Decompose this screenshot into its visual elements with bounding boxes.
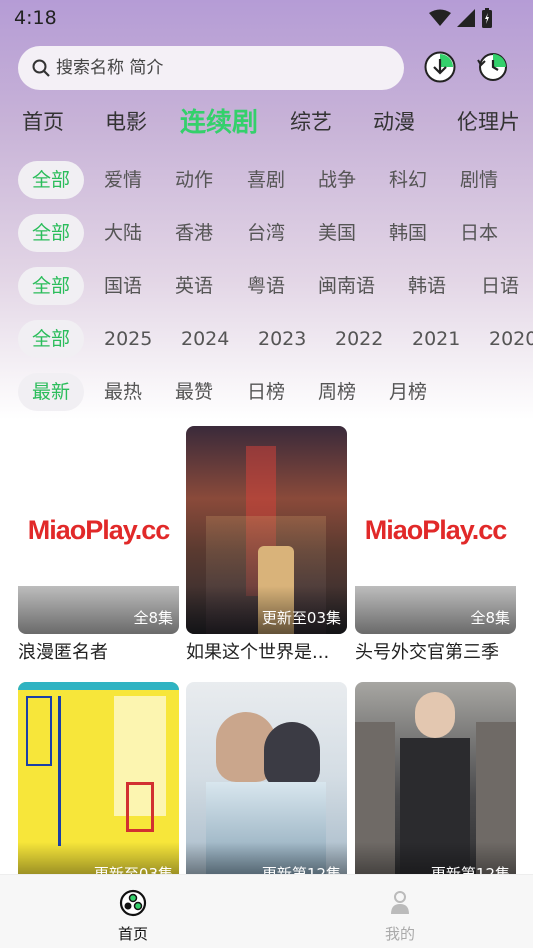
tab-home[interactable]: 首页 [22, 106, 64, 136]
tab-ethics[interactable]: 伦理片 [457, 106, 520, 136]
year-chip[interactable]: 全部 [18, 320, 85, 358]
poster-watermark: MiaoPlay.cc [364, 515, 508, 545]
search-input[interactable] [56, 58, 376, 78]
genre-chip[interactable]: 战争 [318, 161, 356, 199]
region-chip[interactable]: 台湾 [247, 214, 285, 252]
status-icons [429, 8, 493, 28]
download-icon[interactable] [423, 50, 457, 84]
language-chip[interactable]: 粤语 [247, 267, 285, 305]
year-chip[interactable]: 2022 [335, 320, 383, 358]
poster-watermark: MiaoPlay.cc [27, 515, 171, 545]
video-title[interactable]: 浪漫匿名者 [18, 638, 179, 664]
bottom-nav-home[interactable]: 首页 [93, 889, 173, 944]
region-chip[interactable]: 韩国 [389, 214, 427, 252]
sort-filter-row: 最新 最热 最赞 日榜 周榜 月榜 [0, 373, 533, 411]
sort-chip[interactable]: 日榜 [247, 373, 285, 411]
region-chip[interactable]: 美国 [318, 214, 356, 252]
home-icon [119, 889, 147, 917]
year-filter-row: 全部 2025 2024 2023 2022 2021 2020 [0, 320, 533, 358]
year-chip[interactable]: 2025 [104, 320, 152, 358]
video-poster[interactable]: 更新第12集 [355, 682, 516, 890]
genre-chip[interactable]: 全部 [18, 161, 85, 199]
history-icon[interactable] [475, 50, 509, 84]
year-chip[interactable]: 2021 [412, 320, 460, 358]
search-icon [32, 59, 50, 77]
status-bar: 4:18 [0, 0, 533, 36]
sort-chip[interactable]: 最新 [18, 373, 85, 411]
language-chip[interactable]: 韩语 [408, 267, 446, 305]
episode-badge: 更新至03集 [261, 609, 341, 627]
language-filter-row: 全部 国语 英语 粤语 闽南语 韩语 日语 [0, 267, 533, 305]
video-card[interactable]: MiaoPlay.cc 全8集 浪漫匿名者 [18, 426, 179, 664]
video-poster[interactable]: MiaoPlay.cc 全8集 [18, 426, 179, 634]
video-card[interactable]: 更新第12集 [186, 682, 347, 890]
episode-badge: 全8集 [133, 609, 173, 627]
episode-badge: 全8集 [470, 609, 510, 627]
genre-filter-row: 全部 爱情 动作 喜剧 战争 科幻 剧情 [0, 161, 533, 199]
genre-chip[interactable]: 剧情 [460, 161, 498, 199]
bottom-nav-mine-label: 我的 [384, 925, 415, 943]
bottom-nav-home-label: 首页 [117, 925, 148, 943]
region-chip[interactable]: 日本 [460, 214, 498, 252]
category-tabs: 首页 电影 连续剧 综艺 动漫 伦理片 [0, 100, 533, 140]
region-chip[interactable]: 大陆 [104, 214, 142, 252]
region-filter-row: 全部 大陆 香港 台湾 美国 韩国 日本 [0, 214, 533, 252]
video-card[interactable]: 更新至03集 如果这个世界是... [186, 426, 347, 664]
tab-series[interactable]: 连续剧 [180, 102, 258, 139]
signal-icon [457, 9, 475, 27]
language-chip[interactable]: 日语 [481, 267, 519, 305]
genre-chip[interactable]: 动作 [175, 161, 213, 199]
genre-chip[interactable]: 科幻 [389, 161, 427, 199]
sort-chip[interactable]: 月榜 [389, 373, 427, 411]
battery-icon [482, 8, 492, 28]
sort-chip[interactable]: 最热 [104, 373, 142, 411]
sort-chip[interactable]: 周榜 [318, 373, 356, 411]
tab-variety[interactable]: 综艺 [290, 106, 332, 136]
search-bar[interactable] [18, 46, 404, 90]
tab-movies[interactable]: 电影 [105, 106, 147, 136]
language-chip[interactable]: 英语 [175, 267, 213, 305]
genre-chip[interactable]: 喜剧 [247, 161, 285, 199]
video-poster[interactable]: 更新至03集 [18, 682, 179, 890]
region-chip[interactable]: 全部 [18, 214, 85, 252]
profile-icon [391, 891, 409, 914]
video-title[interactable]: 头号外交官第三季 [355, 638, 516, 664]
bottom-nav-mine[interactable]: 我的 [360, 889, 440, 944]
wifi-icon [429, 9, 451, 26]
video-poster[interactable]: 更新至03集 [186, 426, 347, 634]
year-chip[interactable]: 2024 [181, 320, 229, 358]
video-card[interactable]: 更新至03集 [18, 682, 179, 890]
year-chip[interactable]: 2023 [258, 320, 306, 358]
genre-chip[interactable]: 爱情 [104, 161, 142, 199]
video-card[interactable]: MiaoPlay.cc 全8集 头号外交官第三季 [355, 426, 516, 664]
language-chip[interactable]: 全部 [18, 267, 85, 305]
video-poster[interactable]: 更新第12集 [186, 682, 347, 890]
status-time: 4:18 [14, 7, 57, 29]
language-chip[interactable]: 国语 [104, 267, 142, 305]
sort-chip[interactable]: 最赞 [175, 373, 213, 411]
video-card[interactable]: 更新第12集 [355, 682, 516, 890]
year-chip[interactable]: 2020 [489, 320, 533, 358]
video-poster[interactable]: MiaoPlay.cc 全8集 [355, 426, 516, 634]
tab-anime[interactable]: 动漫 [373, 106, 415, 136]
language-chip[interactable]: 闽南语 [318, 267, 375, 305]
bottom-nav: 首页 我的 [0, 874, 533, 948]
region-chip[interactable]: 香港 [175, 214, 213, 252]
video-title[interactable]: 如果这个世界是... [186, 638, 347, 664]
